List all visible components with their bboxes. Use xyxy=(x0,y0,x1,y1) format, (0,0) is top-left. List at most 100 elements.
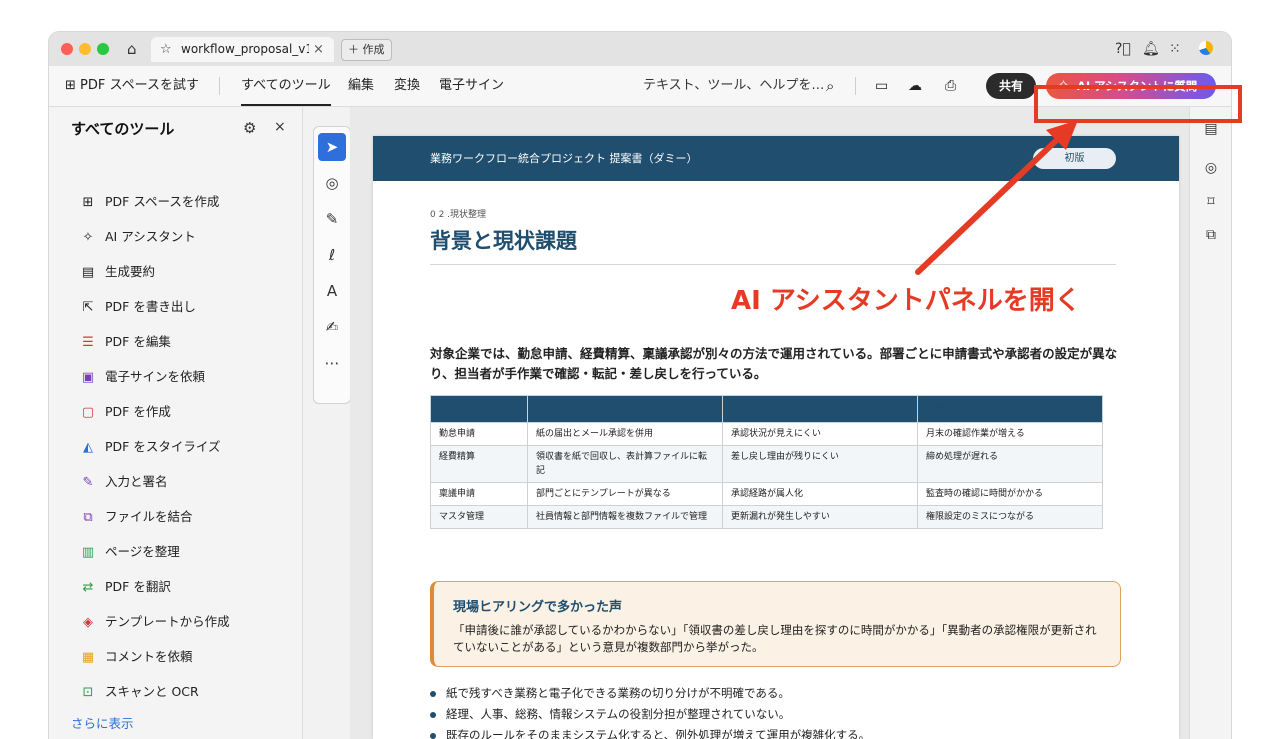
tool-label: スキャンと OCR xyxy=(105,684,199,699)
upload-cloud-icon[interactable]: ☁ xyxy=(908,66,922,106)
tool-label: ファイルを結合 xyxy=(105,509,193,524)
print-icon[interactable]: ⎙ xyxy=(945,66,956,106)
table-cell: 締め処理が遅れる xyxy=(917,445,1103,483)
search-icon[interactable]: ⌕ xyxy=(826,66,834,106)
tool-label: PDF を翻訳 xyxy=(105,579,171,594)
table-header-row: 領域 現在の運用 主な課題 影響 xyxy=(430,395,1103,423)
document-header: 業務ワークフロー統合プロジェクト 提案書（ダミー） 初版 xyxy=(373,136,1179,181)
pdf-space-icon: ⊞ xyxy=(65,78,76,93)
help-icon[interactable]: ?⃝ xyxy=(1115,40,1131,58)
section-heading: 背景と現状課題 xyxy=(430,229,577,253)
tool-item-ai-assistant[interactable]: ✧ AI アシスタント xyxy=(79,225,196,249)
toolbar-divider xyxy=(855,77,856,95)
list-item: 経理、人事、総務、情報システムの役割分担が整理されていない。 xyxy=(430,704,1130,725)
tool-item-stylize[interactable]: ◭ PDF をスタイライズ xyxy=(79,435,220,459)
pages-icon[interactable]: ⧉ xyxy=(1201,225,1221,245)
search-field[interactable]: テキスト、ツール、ヘルプを… xyxy=(643,66,824,106)
tool-item-request-sign[interactable]: ▣ 電子サインを依頼 xyxy=(79,365,205,389)
table-cell: 権限設定のミスにつながる xyxy=(917,505,1103,529)
pdf-space-label: PDF スペースを試す xyxy=(80,78,199,93)
table-cell: 領収書を紙で回収し、表計算ファイルに転記 xyxy=(527,445,723,483)
signature-icon[interactable]: ✍ xyxy=(318,313,346,341)
tool-label: 生成要約 xyxy=(105,264,156,279)
pdf-space-icon: ⊞ xyxy=(82,195,94,210)
avatar[interactable] xyxy=(1199,41,1213,55)
tab-esign[interactable]: 電子サイン xyxy=(439,66,504,106)
close-tab-icon[interactable]: × xyxy=(313,37,324,62)
text-box-icon[interactable]: A xyxy=(318,277,346,305)
tool-label: ページを整理 xyxy=(105,544,180,559)
tool-label: コメントを依頼 xyxy=(105,649,193,664)
select-cursor-icon[interactable]: ➤ xyxy=(318,133,346,161)
more-tools-icon[interactable]: ⋯ xyxy=(318,349,346,377)
tab-convert[interactable]: 変換 xyxy=(394,66,420,106)
new-tab-label: 作成 xyxy=(362,43,385,56)
close-icon[interactable]: × xyxy=(274,119,286,135)
scan-icon: ⊡ xyxy=(82,685,94,700)
document-canvas[interactable]: 業務ワークフロー統合プロジェクト 提案書（ダミー） 初版 0 2 .現状整理 背… xyxy=(350,107,1189,739)
comments-icon[interactable]: ◎ xyxy=(1201,158,1221,178)
tools-panel-title: すべてのツール xyxy=(71,120,175,138)
table-cell: 部門ごとにテンプレートが異なる xyxy=(527,482,723,506)
tool-label: PDF をスタイライズ xyxy=(105,439,221,454)
close-window-button[interactable] xyxy=(61,43,73,55)
show-more-link[interactable]: さらに表示 xyxy=(71,713,134,732)
tool-item-organize[interactable]: ▥ ページを整理 xyxy=(79,540,180,564)
share-button[interactable]: 共有 xyxy=(986,73,1036,99)
table-cell: 勤怠申請 xyxy=(430,422,528,446)
tool-label: PDF スペースを作成 xyxy=(105,194,220,209)
create-pdf-icon: ▢ xyxy=(81,405,95,420)
tab-all-tools[interactable]: すべてのツール xyxy=(241,66,331,106)
tool-label: テンプレートから作成 xyxy=(105,614,230,629)
bullet-list: 紙で残すべき業務と電子化できる業務の切り分けが不明確である。 経理、人事、総務、… xyxy=(430,683,1130,739)
gear-icon[interactable]: ⚙ xyxy=(243,119,256,137)
table-cell: 承認状況が見えにくい xyxy=(722,422,918,446)
stylize-icon: ◭ xyxy=(83,440,93,455)
tab-edit[interactable]: 編集 xyxy=(348,66,374,106)
tool-item-fill-sign[interactable]: ✎ 入力と署名 xyxy=(79,470,168,494)
bullet-dot xyxy=(430,690,436,697)
table-header: 主な課題 xyxy=(722,395,918,423)
star-icon[interactable]: ☆ xyxy=(160,37,172,62)
tool-item-comment[interactable]: ▦ コメントを依頼 xyxy=(79,645,193,669)
tool-item-combine[interactable]: ⧉ ファイルを結合 xyxy=(79,505,193,529)
maximize-window-button[interactable] xyxy=(97,43,109,55)
tool-label: 電子サインを依頼 xyxy=(105,369,206,384)
tool-item-scan[interactable]: ⊡ スキャンと OCR xyxy=(79,680,199,704)
save-icon[interactable]: ▭ xyxy=(875,66,888,106)
tool-item-create[interactable]: ▢ PDF を作成 xyxy=(79,400,171,424)
table-cell: 社員情報と部門情報を複数ファイルで管理 xyxy=(527,505,723,529)
minimize-window-button[interactable] xyxy=(79,43,91,55)
quick-tools-bar: ➤ ◎ ✎ ℓ A ✍ ⋯ xyxy=(313,126,351,404)
request-sign-icon: ▣ xyxy=(81,370,95,385)
bookmark-icon[interactable]: ⌑ xyxy=(1201,192,1221,212)
section-number: 0 2 .現状整理 xyxy=(430,210,487,220)
tool-label: PDF を書き出し xyxy=(105,299,196,314)
draw-icon[interactable]: ℓ xyxy=(318,241,346,269)
bullet-dot xyxy=(430,732,436,739)
tool-item-export[interactable]: ⇱ PDF を書き出し xyxy=(79,295,196,319)
home-icon[interactable]: ⌂ xyxy=(127,39,137,59)
tool-label: AI アシスタント xyxy=(105,229,196,244)
document-tab[interactable]: ☆ workflow_proposal_v1... × xyxy=(151,37,334,62)
comment-icon[interactable]: ◎ xyxy=(318,169,346,197)
tool-item-edit[interactable]: ☰ PDF を編集 xyxy=(79,330,171,354)
intro-paragraph: 対象企業では、勤怠申請、経費精算、稟議承認が別々の方法で運用されている。部署ごと… xyxy=(430,346,1118,381)
tool-item-pdf-space[interactable]: ⊞ PDF スペースを作成 xyxy=(79,190,220,214)
table-cell: 監査時の確認に時間がかかる xyxy=(917,482,1103,506)
bell-icon[interactable]: 🔔︎ xyxy=(1142,40,1160,58)
tool-item-translate[interactable]: ⇄ PDF を翻訳 xyxy=(79,575,171,599)
annotation-text: AI アシスタントパネルを開く xyxy=(731,286,1081,316)
highlight-pen-icon[interactable]: ✎ xyxy=(318,205,346,233)
pdf-space-button[interactable]: ⊞ PDF スペースを試す xyxy=(65,66,199,106)
ai-assistant-icon: ✧ xyxy=(82,230,94,245)
apps-grid-icon[interactable]: ⁙ xyxy=(1169,40,1181,58)
translate-icon: ⇄ xyxy=(82,580,94,595)
fill-sign-icon: ✎ xyxy=(82,475,94,490)
tool-item-summary[interactable]: ▤ 生成要約 xyxy=(79,260,155,284)
callout-body: 「申請後に誰が承認しているかわからない」「領収書の差し戻し理由を探すのに時間がか… xyxy=(453,623,1097,654)
new-tab-button[interactable]: ＋ 作成 xyxy=(341,39,392,61)
list-item: 紙で残すべき業務と電子化できる業務の切り分けが不明確である。 xyxy=(430,683,1130,704)
tool-label: PDF を編集 xyxy=(105,334,171,349)
tool-item-template[interactable]: ◈ テンプレートから作成 xyxy=(79,610,230,634)
